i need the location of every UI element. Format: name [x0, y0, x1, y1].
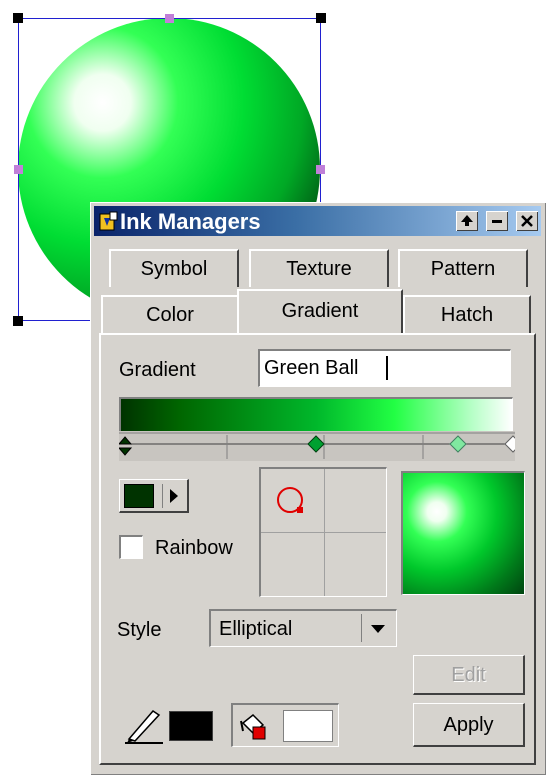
style-label: Style: [117, 619, 162, 641]
rainbow-checkbox[interactable]: [119, 535, 143, 559]
select-divider: [361, 614, 362, 642]
gradient-name-value: Green Ball: [264, 357, 359, 379]
selection-handle-left[interactable]: [14, 165, 23, 174]
collapse-icon: [461, 215, 473, 226]
paint-bucket-icon: [240, 713, 266, 740]
arrow-right-icon: [170, 489, 178, 503]
edit-button[interactable]: Edit: [413, 655, 525, 695]
gradient-name-input[interactable]: Green Ball: [258, 349, 511, 387]
tab-gradient[interactable]: Gradient: [237, 289, 403, 333]
collapse-button[interactable]: [456, 211, 478, 231]
line-color-swatch[interactable]: [169, 711, 213, 741]
style-select-value: Elliptical: [219, 618, 293, 640]
tab-pattern-label: Pattern: [430, 258, 496, 280]
stop-color-swatch: [124, 484, 154, 508]
tab-gradient-label: Gradient: [281, 300, 359, 322]
panel-title: Ink Managers: [120, 209, 261, 234]
tab-color[interactable]: Color: [101, 295, 239, 333]
gradient-stop-slider[interactable]: [119, 431, 515, 463]
gradient-swatch-fill: [403, 473, 524, 594]
ink-manager-icon: [99, 211, 118, 231]
edit-button-label: Edit: [451, 664, 486, 686]
grid-line-horizontal: [261, 532, 386, 533]
style-select[interactable]: Elliptical: [209, 609, 397, 647]
fill-color-control[interactable]: [231, 703, 339, 747]
rainbow-label: Rainbow: [155, 537, 233, 559]
tab-hatch-label: Hatch: [440, 304, 494, 326]
text-cursor: [386, 356, 388, 380]
tab-texture-label: Texture: [286, 258, 352, 280]
fill-color-swatch: [283, 710, 333, 742]
chevron-down-icon: [371, 625, 385, 633]
minimize-icon: [492, 220, 502, 223]
selection-handle-top-right[interactable]: [316, 13, 326, 23]
tab-texture[interactable]: Texture: [249, 249, 389, 287]
gradient-fill: [121, 399, 512, 432]
stop-color-button[interactable]: [119, 479, 189, 513]
tab-hatch[interactable]: Hatch: [403, 295, 531, 333]
minimize-button[interactable]: [486, 211, 508, 231]
selection-handle-right[interactable]: [316, 165, 325, 174]
ink-managers-panel: Ink Managers Symbol Texture Pattern Colo…: [90, 202, 546, 775]
selection-handle-top[interactable]: [165, 14, 174, 23]
gradient-swatch-preview: [401, 471, 525, 595]
close-icon: [521, 215, 533, 227]
tab-pattern[interactable]: Pattern: [398, 249, 528, 287]
gradient-preview-bar: [119, 397, 513, 433]
gradient-center-grid[interactable]: [259, 467, 387, 597]
pen-icon[interactable]: [123, 703, 165, 745]
gradient-label: Gradient: [119, 359, 196, 381]
selection-handle-top-left[interactable]: [13, 13, 23, 23]
tab-symbol-label: Symbol: [140, 258, 208, 280]
selection-handle-bottom-left[interactable]: [13, 316, 23, 326]
apply-button-label: Apply: [443, 714, 494, 736]
gradient-center-marker[interactable]: [275, 485, 311, 521]
tab-color-label: Color: [146, 304, 194, 326]
apply-button[interactable]: Apply: [413, 703, 525, 747]
tab-symbol[interactable]: Symbol: [109, 249, 239, 287]
button-divider: [162, 484, 163, 508]
close-button[interactable]: [516, 211, 538, 231]
title-bar[interactable]: Ink Managers: [94, 206, 541, 236]
